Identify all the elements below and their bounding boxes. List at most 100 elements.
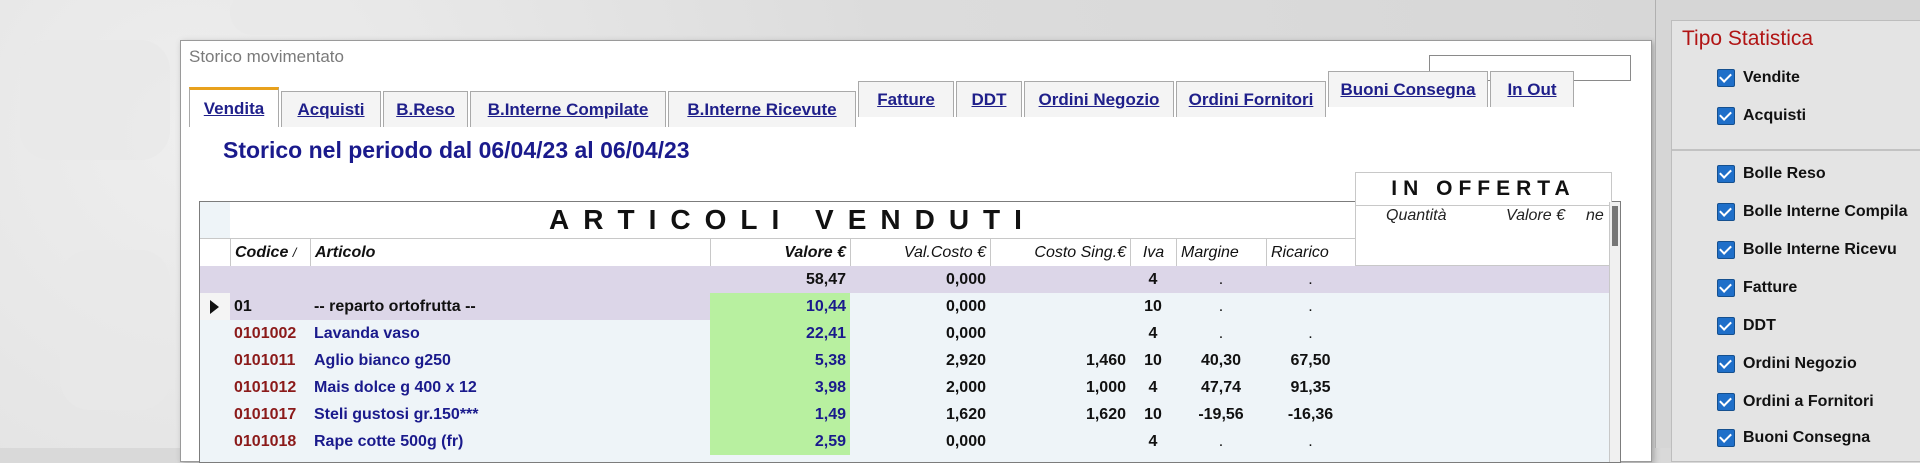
- row-articolo: Rape cotte 500g (fr): [314, 433, 464, 450]
- tab-acquisti[interactable]: Acquisti: [281, 91, 381, 127]
- tab-ordini-fornitori[interactable]: Ordini Fornitori: [1176, 81, 1326, 117]
- statistics-panel: Tipo Statistica Vendite Acquisti Bolle R…: [1655, 0, 1920, 462]
- col-articolo[interactable]: Articolo: [310, 239, 710, 267]
- checkbox-label: Ordini Negozio: [1743, 355, 1857, 372]
- row-val-costo: 2,920: [945, 352, 986, 369]
- row-ricarico: .: [1308, 325, 1313, 342]
- checkbox-ddt[interactable]: DDT: [1717, 313, 1776, 339]
- tab-in-out[interactable]: In Out: [1490, 71, 1574, 107]
- col-val-costo[interactable]: Val.Costo €: [850, 239, 990, 267]
- grid-band-title: ARTICOLI VENDUTI: [230, 202, 1355, 238]
- period-heading: Storico nel periodo dal 06/04/23 al 06/0…: [223, 137, 690, 163]
- tipo-statistica-group: Tipo Statistica Vendite Acquisti Bolle R…: [1671, 20, 1920, 462]
- table-row[interactable]: 0101011 Aglio bianco g250 5,38 2,920 1,4…: [200, 347, 1610, 374]
- sort-indicator: /: [292, 245, 297, 260]
- panel-title: Tipo Statistica: [1682, 27, 1814, 50]
- checkbox-buoni-consegna[interactable]: Buoni Consegna: [1717, 425, 1870, 451]
- background-texture: [230, 0, 410, 35]
- tab-b-interne-ricevute[interactable]: B.Interne Ricevute: [668, 91, 856, 127]
- checkbox-label: Bolle Reso: [1743, 165, 1826, 182]
- checkbox-checked-icon[interactable]: [1717, 203, 1735, 221]
- table-row[interactable]: 01 -- reparto ortofrutta -- 10,44 0,000 …: [200, 293, 1610, 320]
- summary-row[interactable]: 58,47 0,000 4 . .: [200, 266, 1610, 293]
- col-margine[interactable]: Margine: [1176, 239, 1266, 267]
- summary-margine: .: [1218, 271, 1224, 288]
- col-codice-label: Codice: [235, 244, 289, 261]
- checkbox-checked-icon[interactable]: [1717, 355, 1735, 373]
- table-row[interactable]: 0101018 Rape cotte 500g (fr) 2,59 0,000 …: [200, 428, 1610, 455]
- checkbox-checked-icon[interactable]: [1717, 107, 1735, 125]
- panel-divider: [1672, 149, 1920, 151]
- col-ricarico[interactable]: Ricarico: [1266, 239, 1355, 267]
- checkbox-label: Bolle Interne Compila: [1743, 203, 1908, 220]
- checkbox-ordini-a-fornitori[interactable]: Ordini a Fornitori: [1717, 389, 1874, 415]
- row-ricarico: 67,50: [1290, 352, 1331, 369]
- row-iva: 10: [1144, 352, 1162, 369]
- offerta-header: IN OFFERTA Quantità Valore € ne: [1355, 172, 1612, 266]
- sales-grid: ARTICOLI VENDUTI IN OFFERTA Quantità Val…: [199, 172, 1621, 463]
- checkbox-checked-icon[interactable]: [1717, 241, 1735, 259]
- checkbox-ordini-negozio[interactable]: Ordini Negozio: [1717, 351, 1857, 377]
- tab-ddt[interactable]: DDT: [956, 81, 1022, 117]
- offerta-col-extra[interactable]: ne: [1586, 207, 1604, 225]
- row-val-costo: 1,620: [945, 406, 986, 423]
- table-row[interactable]: 0101002 Lavanda vaso 22,41 0,000 4 . .: [200, 320, 1610, 347]
- checkbox-checked-icon[interactable]: [1717, 165, 1735, 183]
- tab-bar: Vendita Acquisti B.Reso B.Interne Compil…: [189, 71, 1589, 127]
- row-articolo: Mais dolce g 400 x 12: [314, 379, 477, 396]
- col-valore[interactable]: Valore €: [710, 239, 850, 267]
- row-costo-sing: [990, 293, 1130, 320]
- tab-ordini-negozio[interactable]: Ordini Negozio: [1024, 81, 1174, 117]
- checkbox-bolle-interne-compilate[interactable]: Bolle Interne Compila: [1717, 199, 1907, 225]
- table-row[interactable]: 0101017 Steli gustosi gr.150*** 1,49 1,6…: [200, 401, 1610, 428]
- checkbox-checked-icon[interactable]: [1717, 69, 1735, 87]
- row-margine: .: [1218, 433, 1224, 450]
- row-val-costo: 0,000: [945, 433, 986, 450]
- summary-valore: 58,47: [805, 271, 846, 288]
- table-row[interactable]: 0101012 Mais dolce g 400 x 12 3,98 2,000…: [200, 374, 1610, 401]
- col-costo-sing[interactable]: Costo Sing.€: [990, 239, 1130, 267]
- row-valore: 22,41: [710, 320, 850, 347]
- checkbox-acquisti[interactable]: Acquisti: [1717, 103, 1806, 129]
- checkbox-fatture[interactable]: Fatture: [1717, 275, 1797, 301]
- row-codice: 01: [230, 293, 310, 320]
- checkbox-label: Vendite: [1743, 69, 1800, 86]
- row-margine: -19,56: [1198, 406, 1244, 423]
- background-texture: [20, 40, 170, 160]
- summary-iva: 4: [1148, 271, 1158, 288]
- row-val-costo: 0,000: [945, 325, 986, 342]
- checkbox-checked-icon[interactable]: [1717, 429, 1735, 447]
- checkbox-checked-icon[interactable]: [1717, 279, 1735, 297]
- col-iva[interactable]: Iva: [1130, 239, 1176, 267]
- tab-fatture[interactable]: Fatture: [858, 81, 954, 117]
- checkbox-label: Acquisti: [1743, 107, 1807, 124]
- vertical-scrollbar[interactable]: [1609, 202, 1620, 462]
- tab-b-reso[interactable]: B.Reso: [383, 91, 468, 127]
- checkbox-checked-icon[interactable]: [1717, 393, 1735, 411]
- row-codice: 0101012: [234, 379, 297, 396]
- tab-vendita[interactable]: Vendita: [189, 87, 279, 127]
- row-ricarico: .: [1308, 298, 1313, 315]
- scrollbar-thumb[interactable]: [1612, 206, 1618, 246]
- offerta-col-valore[interactable]: Valore €: [1506, 207, 1565, 225]
- offerta-col-quantita[interactable]: Quantità: [1386, 207, 1446, 225]
- col-codice[interactable]: Codice /: [230, 239, 310, 267]
- row-codice: 0101002: [234, 325, 297, 342]
- row-costo-sing: [990, 428, 1130, 455]
- checkbox-checked-icon[interactable]: [1717, 317, 1735, 335]
- checkbox-bolle-interne-ricevute[interactable]: Bolle Interne Ricevu: [1717, 237, 1897, 263]
- row-val-costo: 0,000: [945, 298, 986, 315]
- row-codice: 0101011: [234, 352, 296, 369]
- tab-b-interne-compilate[interactable]: B.Interne Compilate: [470, 91, 666, 127]
- background-texture: [60, 250, 170, 410]
- row-margine: .: [1218, 298, 1224, 315]
- row-valore: 5,38: [710, 347, 850, 374]
- checkbox-vendite[interactable]: Vendite: [1717, 65, 1800, 91]
- summary-ricarico: .: [1308, 271, 1313, 288]
- row-valore: 2,59: [710, 428, 850, 455]
- row-indicator: [200, 293, 231, 320]
- grid-header-row: Codice / Articolo Valore € Val.Costo € C…: [200, 238, 1355, 268]
- checkbox-label: Fatture: [1743, 279, 1798, 296]
- checkbox-bolle-reso[interactable]: Bolle Reso: [1717, 161, 1826, 187]
- tab-buoni-consegna[interactable]: Buoni Consegna: [1328, 71, 1488, 107]
